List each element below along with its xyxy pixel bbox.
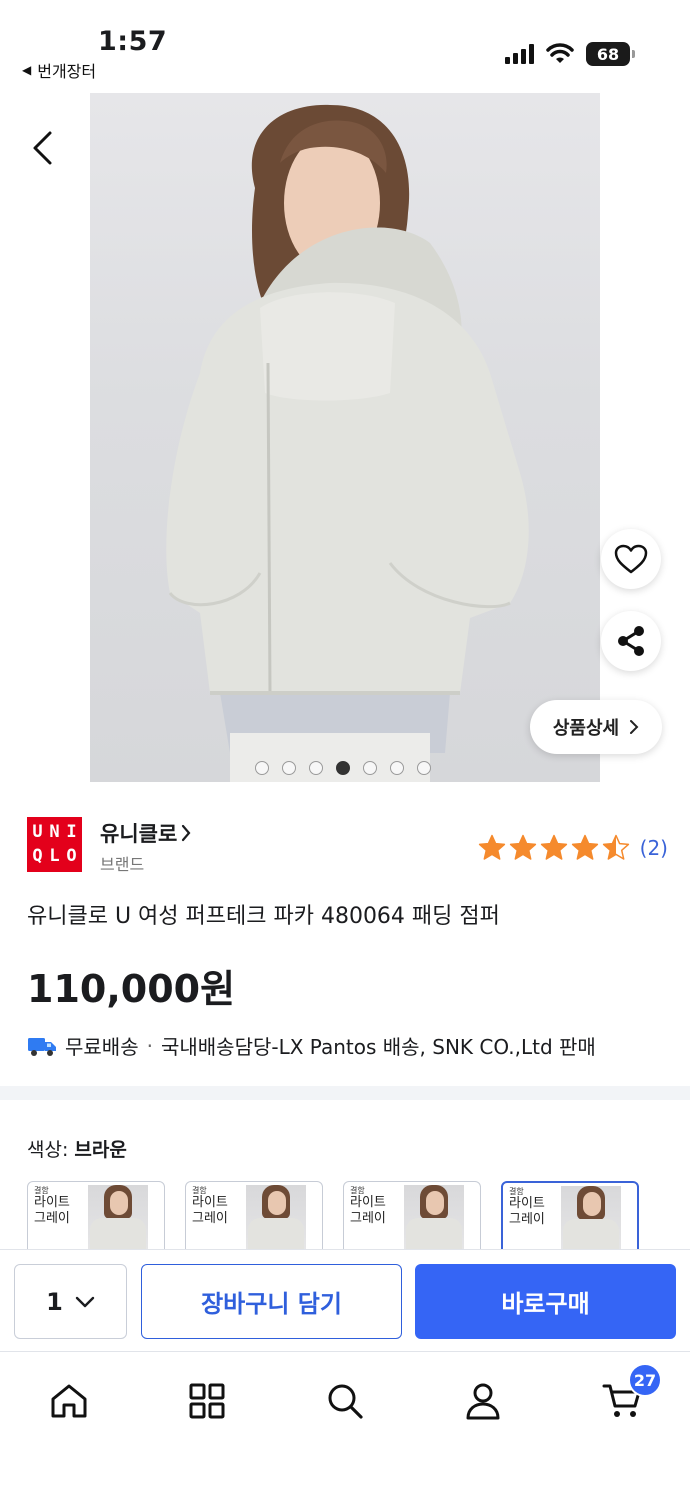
product-title: 유니클로 U 여성 퍼프테크 파카 480064 패딩 점퍼 [27, 904, 500, 929]
swatch-label: 라이트 그레이 [509, 1196, 545, 1227]
brand-name: 유니클로 [100, 822, 178, 846]
buy-now-button[interactable]: 바로구매 [415, 1264, 676, 1339]
battery-icon: 68 [586, 42, 635, 66]
rating-count: (2) [639, 835, 668, 860]
tab-categories[interactable] [183, 1377, 231, 1425]
color-swatch[interactable]: 결함 라이트 그레이 [185, 1181, 323, 1249]
rating-stars [478, 834, 630, 861]
logo-letter: Q [32, 846, 43, 867]
grid-icon [189, 1383, 225, 1419]
model-photo [166, 104, 529, 782]
home-icon [51, 1384, 87, 1418]
pagination-dot[interactable] [255, 761, 269, 775]
brand-type: 브랜드 [100, 855, 145, 874]
product-detail-button[interactable]: 상품상세 [530, 700, 662, 754]
pagination-dot[interactable] [282, 761, 296, 775]
tab-home[interactable] [45, 1377, 93, 1425]
share-icon [618, 626, 644, 656]
star-icon [571, 834, 598, 860]
wifi-icon [546, 43, 574, 63]
color-swatch-selected[interactable]: 결함 라이트 그레이 [501, 1181, 639, 1249]
product-image[interactable] [90, 93, 600, 782]
product-detail-label: 상품상세 [552, 718, 620, 739]
logo-letter: I [66, 821, 77, 842]
heart-icon [614, 544, 648, 574]
search-icon [328, 1384, 363, 1419]
battery-level: 68 [596, 44, 620, 64]
status-bar: 1:57 ◀ 번개장터 68 [0, 0, 690, 88]
shipping-info: 무료배송 · 국내배송담당-LX Pantos 배송, SNK CO.,Ltd … [27, 1031, 596, 1060]
status-time: 1:57 [98, 26, 168, 57]
shipping-detail: 국내배송담당-LX Pantos 배송, SNK CO.,Ltd 판매 [160, 1035, 596, 1059]
color-label-prefix: 색상: [27, 1139, 69, 1161]
user-icon [466, 1383, 500, 1420]
back-button[interactable] [22, 126, 62, 170]
chevron-right-icon [630, 720, 639, 734]
color-swatch[interactable]: 결함 라이트 그레이 [27, 1181, 165, 1249]
like-button[interactable] [601, 529, 661, 589]
pagination-dot-active[interactable] [336, 761, 350, 775]
purchase-action-bar: 1 장바구니 담기 바로구매 [0, 1249, 690, 1352]
logo-letter: L [49, 846, 60, 867]
swatch-label: 라이트 그레이 [34, 1195, 70, 1226]
color-option-label: 색상: 브라운 [27, 1135, 127, 1162]
cellular-signal-icon [505, 44, 534, 64]
selected-color-value: 브라운 [74, 1139, 127, 1161]
star-icon [540, 834, 567, 860]
back-triangle-icon: ◀ [22, 63, 32, 77]
chevron-down-icon [75, 1296, 95, 1307]
rating[interactable]: (2) [478, 834, 668, 861]
back-app-label: 번개장터 [37, 62, 97, 81]
chevron-left-icon [33, 131, 52, 165]
star-icon [478, 834, 505, 860]
quantity-value: 1 [46, 1287, 63, 1316]
brand-name-link[interactable]: 유니클로 [100, 818, 191, 848]
color-swatch-list: 결함 라이트 그레이 결함 라이트 그레이 결함 라이트 그레이 결함 라이트 … [27, 1181, 667, 1249]
swatch-label: 라이트 그레이 [350, 1195, 386, 1226]
pagination-dot[interactable] [390, 761, 404, 775]
product-price: 110,000원 [27, 967, 236, 1011]
pagination-dot[interactable] [363, 761, 377, 775]
pagination-dot[interactable] [417, 761, 431, 775]
free-shipping-label: 무료배송 [65, 1035, 139, 1059]
tab-my-page[interactable] [459, 1377, 507, 1425]
logo-letter: N [49, 821, 60, 842]
image-pagination-dots [255, 761, 431, 775]
cart-count-badge: 27 [628, 1363, 662, 1397]
back-to-app-link[interactable]: ◀ 번개장터 [22, 58, 96, 82]
logo-letter: O [66, 846, 77, 867]
logo-letter: U [32, 821, 43, 842]
section-divider [0, 1086, 690, 1100]
pagination-dot[interactable] [309, 761, 323, 775]
brand-logo[interactable]: U N I Q L O [27, 817, 82, 872]
bottom-tab-bar [0, 1353, 690, 1500]
separator-dot: · [146, 1033, 153, 1058]
delivery-truck-icon [28, 1037, 56, 1056]
add-to-cart-button[interactable]: 장바구니 담기 [141, 1264, 402, 1339]
chevron-right-icon [182, 824, 191, 842]
quantity-select[interactable]: 1 [14, 1264, 127, 1339]
swatch-label: 라이트 그레이 [192, 1195, 228, 1226]
tab-search[interactable] [321, 1377, 369, 1425]
star-icon [509, 834, 536, 860]
share-button[interactable] [601, 611, 661, 671]
color-swatch[interactable]: 결함 라이트 그레이 [343, 1181, 481, 1249]
star-icon [602, 834, 629, 860]
status-indicators: 68 [505, 42, 635, 66]
